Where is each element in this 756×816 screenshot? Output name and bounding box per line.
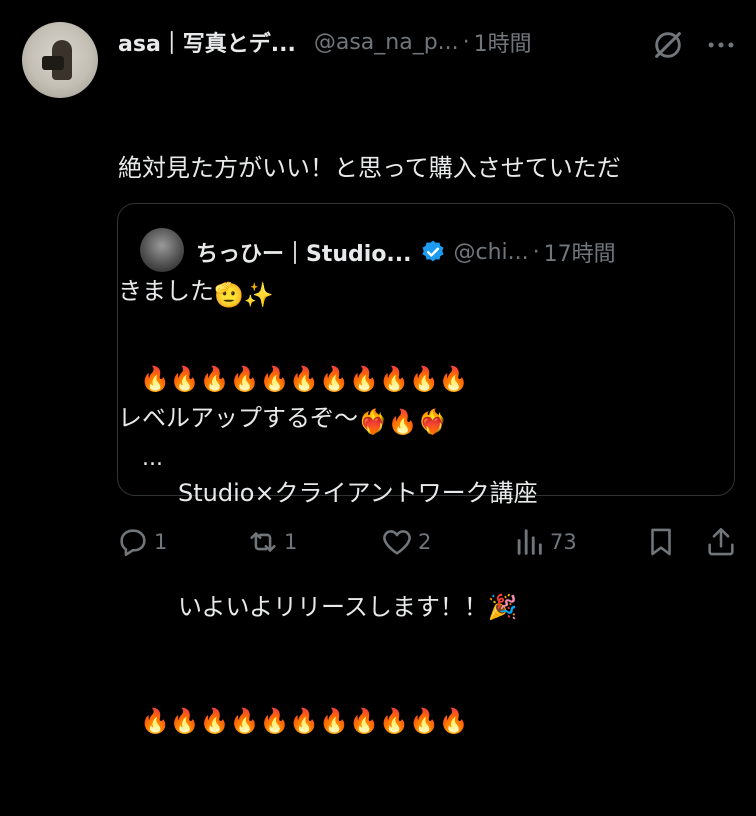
quoted-header: ちっひー｜Studio... @chi... · 17時間: [196, 232, 716, 272]
quoted-timestamp[interactable]: 17時間: [544, 236, 616, 268]
avatar-camera: [42, 56, 64, 70]
repost-button[interactable]: 1: [246, 520, 297, 564]
repost-icon: [250, 532, 276, 552]
reply-icon: [120, 529, 146, 557]
views-button[interactable]: 73: [512, 520, 577, 564]
quoted-separator-dot: ·: [532, 239, 540, 265]
quoted-text-line2: いよいよリリースします！！🎉: [178, 593, 518, 621]
action-bar: 1 1 2 73: [0, 520, 756, 564]
views-count: 73: [550, 530, 577, 554]
more-icon[interactable]: [704, 28, 738, 62]
like-button[interactable]: 2: [380, 520, 431, 564]
reply-count: 1: [154, 530, 168, 554]
separator-dot: ·: [462, 29, 470, 55]
like-count: 2: [418, 530, 432, 554]
quoted-tweet[interactable]: ちっひー｜Studio... @chi... · 17時間 🔥🔥🔥🔥🔥🔥🔥🔥🔥🔥…: [117, 203, 735, 735]
fire-row-top: 🔥🔥🔥🔥🔥🔥🔥🔥🔥🔥🔥: [140, 365, 469, 393]
quoted-text-line1: Studio×クライアントワーク講座: [178, 479, 538, 507]
tweet-text-line1: 絶対見た方がいい！と思って購入させていただ: [118, 154, 621, 182]
share-button[interactable]: [704, 520, 738, 564]
user-handle[interactable]: @asa_na_p...: [314, 30, 459, 55]
quoted-avatar[interactable]: [140, 228, 184, 272]
heart-icon: [383, 530, 411, 555]
avatar[interactable]: [22, 22, 98, 98]
fire-row-bottom: 🔥🔥🔥🔥🔥🔥🔥🔥🔥🔥🔥: [140, 707, 469, 735]
bookmark-icon: [651, 528, 671, 556]
quoted-ellipsis: ...: [142, 446, 163, 471]
tweet-header: asa｜写真とデ... @asa_na_p... · 1時間: [118, 24, 738, 60]
grok-icon[interactable]: [651, 28, 685, 62]
views-icon: [517, 529, 542, 555]
timestamp[interactable]: 1時間: [474, 26, 532, 58]
repost-count: 1: [284, 530, 298, 554]
share-icon: [708, 527, 734, 556]
verified-badge-icon: [421, 240, 444, 262]
quoted-handle[interactable]: @chi...: [454, 240, 529, 265]
quoted-display-name[interactable]: ちっひー｜Studio...: [196, 236, 412, 268]
reply-button[interactable]: 1: [116, 520, 167, 564]
bookmark-button[interactable]: [644, 520, 678, 564]
display-name[interactable]: asa｜写真とデ...: [118, 26, 296, 58]
